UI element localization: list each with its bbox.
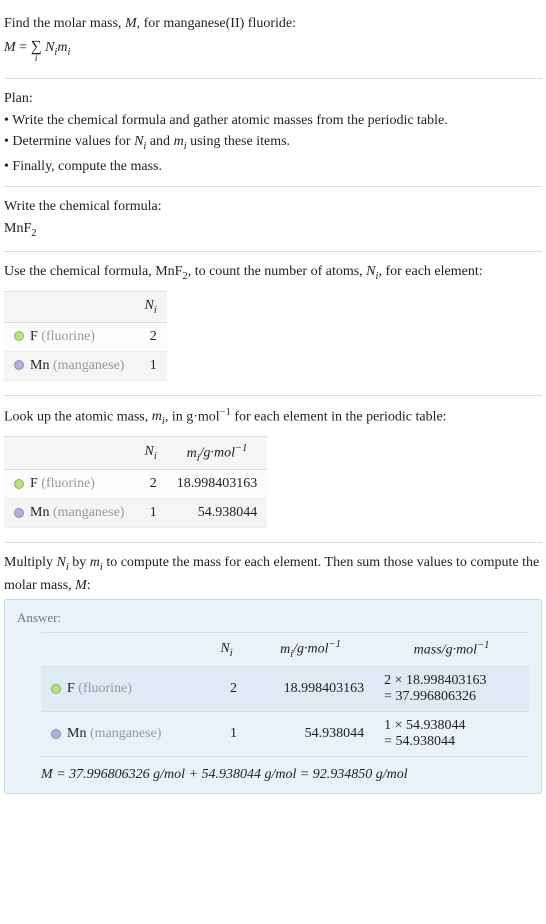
- mass-cell: 1 × 54.938044= 54.938044: [374, 711, 529, 756]
- th-mi: mi/g·mol−1: [167, 436, 268, 469]
- answer-box: Answer: Ni mi/g·mol−1 mass/g·mol−1 F (fl…: [4, 599, 542, 793]
- table-row: Mn (manganese) 1 54.938044 1 × 54.938044…: [41, 711, 529, 756]
- th-blank: [4, 291, 134, 322]
- m-cell: 54.938044: [247, 711, 374, 756]
- th-Ni: Ni: [206, 633, 247, 666]
- chemical-formula: MnF2: [4, 219, 542, 241]
- m-cell: 18.998403163: [167, 470, 268, 499]
- table-header-row: Ni mi/g·mol−1: [4, 436, 267, 469]
- th-blank: [4, 436, 134, 469]
- multiply-M: M: [75, 578, 87, 593]
- intro-line: Find the molar mass, M, for manganese(II…: [4, 14, 542, 34]
- th-Ni: Ni: [134, 436, 166, 469]
- multiply-mi: mi: [90, 555, 103, 570]
- answer-table: Ni mi/g·mol−1 mass/g·mol−1 F (fluorine) …: [41, 632, 529, 756]
- th-blank: [41, 633, 206, 666]
- intro-section: Find the molar mass, M, for manganese(II…: [4, 4, 542, 79]
- table-header-row: Ni: [4, 291, 167, 322]
- multiply-section: Multiply Ni by mi to compute the mass fo…: [4, 543, 542, 798]
- lookup-mi: mi: [152, 409, 165, 424]
- count-table: Ni F (fluorine) 2 Mn (manganese) 1: [4, 291, 167, 381]
- count-atoms-section: Use the chemical formula, MnF2, to count…: [4, 252, 542, 395]
- plan-bullet-1: • Write the chemical formula and gather …: [4, 111, 542, 131]
- write-title: Write the chemical formula:: [4, 197, 542, 217]
- formula-eq: =: [16, 40, 31, 55]
- intro-text-a: Find the molar mass,: [4, 16, 125, 31]
- element-dot-icon: [51, 684, 61, 694]
- plan-bullet-3: • Finally, compute the mass.: [4, 157, 542, 177]
- multiply-line: Multiply Ni by mi to compute the mass fo…: [4, 553, 542, 595]
- th-Ni: Ni: [134, 291, 166, 322]
- n-cell: 2: [134, 322, 166, 351]
- element-dot-icon: [14, 360, 24, 370]
- multiply-Ni: Ni: [57, 555, 69, 570]
- formula-rhs: Nimi: [45, 40, 70, 55]
- intro-M: M: [125, 16, 137, 31]
- table-row: Mn (manganese) 1: [4, 351, 167, 380]
- table-header-row: Ni mi/g·mol−1 mass/g·mol−1: [41, 633, 529, 666]
- table-row: F (fluorine) 2 18.998403163 2 × 18.99840…: [41, 666, 529, 711]
- element-cell: F (fluorine): [41, 666, 206, 711]
- lookup-table: Ni mi/g·mol−1 F (fluorine) 2 18.99840316…: [4, 436, 267, 528]
- table-row: F (fluorine) 2 18.998403163: [4, 470, 267, 499]
- element-cell: F (fluorine): [4, 470, 134, 499]
- n-cell: 2: [134, 470, 166, 499]
- n-cell: 1: [134, 351, 166, 380]
- element-dot-icon: [14, 331, 24, 341]
- count-line: Use the chemical formula, MnF2, to count…: [4, 262, 542, 284]
- formula-lhs: M: [4, 40, 16, 55]
- write-formula-section: Write the chemical formula: MnF2: [4, 187, 542, 252]
- table-row: Mn (manganese) 1 54.938044: [4, 499, 267, 528]
- plan-bullet-2: • Determine values for Ni and mi using t…: [4, 132, 542, 154]
- th-mi: mi/g·mol−1: [247, 633, 374, 666]
- table-row: F (fluorine) 2: [4, 322, 167, 351]
- n-cell: 1: [206, 711, 247, 756]
- element-dot-icon: [51, 729, 61, 739]
- count-Ni: Ni: [366, 264, 378, 279]
- final-result: M = 37.996806326 g/mol + 54.938044 g/mol…: [41, 767, 529, 783]
- element-cell: Mn (manganese): [4, 499, 134, 528]
- plan-title: Plan:: [4, 89, 542, 109]
- m-cell: 54.938044: [167, 499, 268, 528]
- element-cell: Mn (manganese): [4, 351, 134, 380]
- n-cell: 2: [206, 666, 247, 711]
- intro-formula: M = ∑i Nimi: [4, 36, 542, 60]
- plan-Ni: Ni: [134, 134, 146, 149]
- formula-sum-index: i: [31, 52, 42, 66]
- intro-text-b: , for manganese(II) fluoride:: [137, 16, 296, 31]
- plan-mi: mi: [174, 134, 187, 149]
- plan-section: Plan: • Write the chemical formula and g…: [4, 79, 542, 187]
- th-mass: mass/g·mol−1: [374, 633, 529, 666]
- element-cell: F (fluorine): [4, 322, 134, 351]
- element-dot-icon: [14, 508, 24, 518]
- element-dot-icon: [14, 479, 24, 489]
- answer-label: Answer:: [17, 610, 529, 626]
- mass-cell: 2 × 18.998403163= 37.996806326: [374, 666, 529, 711]
- n-cell: 1: [134, 499, 166, 528]
- lookup-line: Look up the atomic mass, mi, in g·mol−1 …: [4, 406, 542, 430]
- m-cell: 18.998403163: [247, 666, 374, 711]
- element-cell: Mn (manganese): [41, 711, 206, 756]
- lookup-mass-section: Look up the atomic mass, mi, in g·mol−1 …: [4, 396, 542, 544]
